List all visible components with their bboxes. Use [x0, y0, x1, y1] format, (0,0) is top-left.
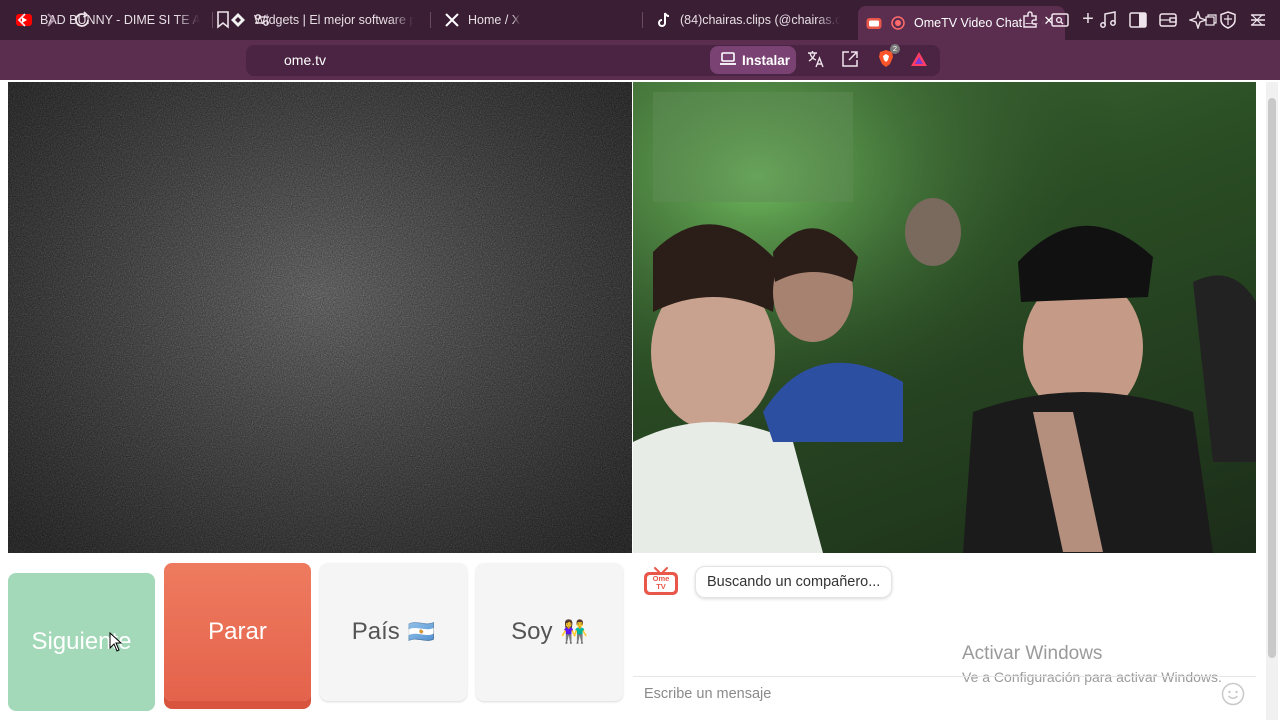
x-logo-icon [444, 12, 460, 28]
tab-strip: BAD BUNNY - DIME SI TE ACUERDAS Widgets … [0, 0, 1280, 40]
windows-activation-title: Activar Windows [962, 643, 1103, 664]
install-label: Instalar [742, 52, 791, 68]
brave-badge: 2 [890, 44, 900, 54]
partner-video-frame [633, 82, 1256, 553]
country-button[interactable]: País 🇦🇷 [320, 563, 467, 701]
vpn-icon[interactable] [1215, 8, 1241, 32]
translate-icon[interactable] [803, 47, 829, 71]
chat-divider [633, 676, 1256, 677]
scrollbar-thumb[interactable] [1268, 98, 1276, 658]
tab-separator [642, 12, 643, 28]
tab-title: Widgets | El mejor software para [254, 13, 414, 27]
install-laptop-icon [720, 51, 736, 69]
message-input[interactable] [644, 682, 1204, 706]
tab-title: BAD BUNNY - DIME SI TE ACUERDAS [40, 13, 200, 27]
argentina-flag-icon: 🇦🇷 [407, 619, 436, 644]
brave-rewards-icon[interactable] [906, 47, 932, 71]
country-label: País [351, 618, 400, 645]
emoji-icon[interactable] [1221, 682, 1245, 706]
sidebar-icon[interactable] [1125, 8, 1151, 32]
couple-icon: 👫 [560, 619, 588, 644]
mouse-cursor-icon [109, 631, 123, 652]
reload-icon[interactable] [69, 8, 95, 32]
menu-icon[interactable] [1245, 8, 1271, 32]
site-settings-icon[interactable] [249, 8, 275, 32]
tab-tiktok[interactable]: (84)chairas.clips (@chairas.clips [648, 6, 848, 34]
url-text[interactable]: ome.tv [284, 52, 326, 68]
partner-video [633, 82, 1256, 553]
back-icon[interactable] [9, 8, 35, 32]
self-video-static [8, 82, 632, 553]
brave-shields-icon[interactable]: 2 [873, 44, 900, 71]
status-text: Buscando un compañero... [707, 574, 881, 590]
bookmark-icon[interactable] [210, 8, 236, 32]
gender-label: Soy [511, 618, 553, 645]
stop-button[interactable]: Parar [164, 563, 311, 701]
ometv-icon [866, 15, 882, 31]
next-button[interactable]: Siguiente [8, 573, 155, 711]
tab-separator [430, 12, 431, 28]
stop-label: Parar [208, 618, 267, 645]
leo-ai-icon[interactable] [1185, 8, 1211, 32]
static-noise [8, 82, 632, 553]
tab-title: (84)chairas.clips (@chairas.clips [680, 13, 840, 27]
wallet-icon[interactable] [1155, 8, 1181, 32]
extensions-icon[interactable] [1017, 8, 1043, 32]
media-controls-icon[interactable] [1095, 8, 1121, 32]
tiktok-icon [656, 12, 672, 28]
ometv-logo-text-bottom: TV [656, 582, 666, 591]
address-bar[interactable] [246, 45, 940, 76]
recording-dot-icon [890, 15, 906, 31]
tab-search-icon[interactable] [1047, 8, 1073, 32]
tab-x[interactable]: Home / X [436, 6, 636, 34]
gender-button[interactable]: Soy 👫 [476, 563, 623, 701]
forward-icon[interactable] [38, 8, 64, 32]
share-icon[interactable] [837, 47, 863, 71]
tab-title: Home / X [468, 13, 521, 27]
status-bubble: Buscando un compañero... [695, 566, 893, 598]
ometv-logo: Ome TV [643, 566, 679, 596]
install-app-button[interactable]: Instalar [710, 46, 796, 74]
